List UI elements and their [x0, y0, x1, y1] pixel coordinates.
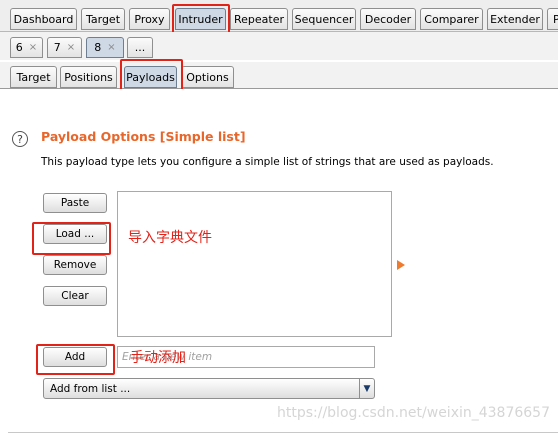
expand-arrow-icon[interactable]: [397, 260, 405, 270]
subtab-payloads[interactable]: Payloads: [124, 66, 177, 88]
add-button[interactable]: Add: [43, 347, 107, 367]
payload-list[interactable]: [117, 191, 392, 337]
close-icon[interactable]: ×: [67, 42, 75, 53]
tab-intruder[interactable]: Intruder: [175, 8, 226, 30]
tab-sequencer[interactable]: Sequencer: [292, 8, 356, 30]
intruder-sub-tab-bar: Target Positions Payloads Options: [0, 62, 558, 89]
close-icon[interactable]: ×: [107, 42, 115, 53]
chevron-down-icon[interactable]: ▼: [359, 379, 374, 398]
request-tab-label: 7: [53, 41, 61, 54]
request-tab-8[interactable]: 8 ×: [86, 37, 124, 58]
remove-button[interactable]: Remove: [43, 255, 107, 275]
subtab-options[interactable]: Options: [181, 66, 234, 88]
tab-repeater[interactable]: Repeater: [230, 8, 288, 30]
annotation-manual-add: 手动添加: [130, 350, 186, 366]
tab-dashboard[interactable]: Dashboard: [10, 8, 77, 30]
load-button[interactable]: Load ...: [43, 224, 107, 244]
request-tab-label: 6: [15, 41, 23, 54]
tab-proxy[interactable]: Proxy: [129, 8, 170, 30]
request-tab-6[interactable]: 6 ×: [10, 37, 43, 58]
clear-button[interactable]: Clear: [43, 286, 107, 306]
annotation-load-dictionary: 导入字典文件: [128, 230, 212, 246]
subtab-target[interactable]: Target: [10, 66, 57, 88]
request-tab-label: 8: [94, 41, 102, 54]
add-from-list-select[interactable]: Add from list ... ▼: [43, 378, 375, 399]
request-tab-7[interactable]: 7 ×: [47, 37, 82, 58]
divider: [8, 432, 558, 433]
watermark: https://blog.csdn.net/weixin_43876657: [276, 405, 550, 421]
new-request-tab[interactable]: ...: [127, 37, 153, 58]
payload-options-panel: ? Payload Options [Simple list] This pay…: [0, 89, 558, 435]
paste-button[interactable]: Paste: [43, 193, 107, 213]
subtab-positions[interactable]: Positions: [60, 66, 117, 88]
section-title: Payload Options [Simple list]: [41, 129, 246, 144]
main-tab-bar: Dashboard Target Proxy Intruder Repeater…: [0, 0, 558, 32]
tab-extender[interactable]: Extender: [487, 8, 543, 30]
tab-target[interactable]: Target: [81, 8, 125, 30]
add-from-list-label: Add from list ...: [50, 382, 131, 395]
section-description: This payload type lets you configure a s…: [41, 156, 494, 168]
tab-comparer[interactable]: Comparer: [420, 8, 483, 30]
help-icon[interactable]: ?: [12, 131, 28, 147]
tab-overflow[interactable]: P: [547, 8, 558, 30]
request-tab-bar: 6 × 7 × 8 × ...: [0, 32, 558, 60]
tab-decoder[interactable]: Decoder: [360, 8, 416, 30]
close-icon[interactable]: ×: [29, 42, 37, 53]
